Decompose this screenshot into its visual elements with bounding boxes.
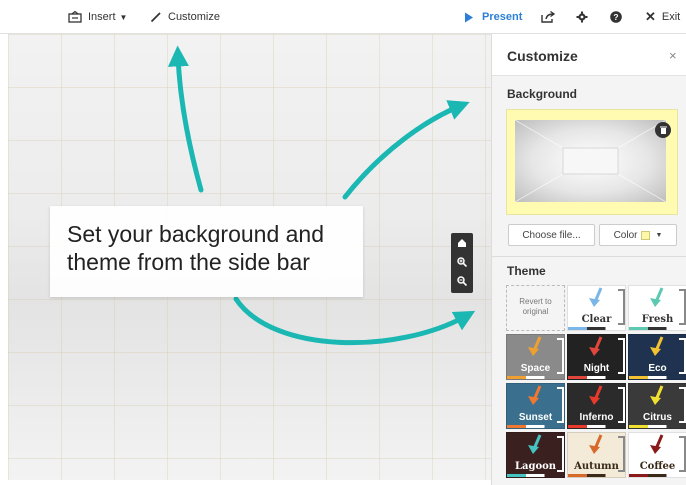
theme-name: Inferno — [579, 412, 614, 423]
zoom-out-icon — [457, 273, 468, 291]
customize-button[interactable]: Customize — [150, 0, 220, 34]
color-picker-button[interactable]: Color ▼ — [599, 224, 677, 246]
theme-color-strip — [629, 376, 686, 379]
zoom-out-button[interactable] — [451, 272, 473, 291]
chevron-down-icon: ▼ — [655, 231, 663, 239]
choose-file-button[interactable]: Choose file... — [508, 224, 595, 246]
gear-icon — [576, 11, 588, 23]
home-button[interactable] — [451, 234, 473, 253]
theme-tile-eco[interactable]: Eco — [628, 334, 686, 380]
brush-icon — [150, 11, 162, 23]
theme-name: Coffee — [639, 461, 676, 472]
close-icon: × — [669, 48, 677, 63]
insert-icon — [68, 11, 82, 23]
theme-color-strip — [507, 376, 564, 379]
revert-theme-tile[interactable]: Revert to original — [506, 285, 565, 331]
theme-tile-inferno[interactable]: Inferno — [567, 383, 626, 429]
exit-label: Exit — [661, 11, 681, 23]
theme-name: Eco — [648, 363, 667, 374]
settings-button[interactable] — [576, 0, 588, 34]
insert-label: Insert — [88, 11, 116, 23]
exit-button[interactable]: ✕ Exit — [645, 0, 680, 34]
theme-color-strip — [568, 376, 625, 379]
help-icon: ? — [610, 11, 622, 23]
svg-text:?: ? — [613, 12, 618, 22]
theme-color-strip — [629, 474, 686, 477]
theme-tile-night[interactable]: Night — [567, 334, 626, 380]
theme-tile-fresh[interactable]: Fresh — [628, 285, 686, 331]
theme-name: Space — [520, 363, 551, 374]
theme-heading: Theme — [507, 264, 546, 278]
share-button[interactable] — [541, 0, 555, 34]
sidebar-header: Customize × — [492, 34, 686, 76]
theme-name: Night — [583, 363, 610, 374]
theme-name: Autumn — [574, 461, 619, 472]
theme-name: Citrus — [643, 412, 672, 423]
theme-name: Clear — [581, 314, 612, 325]
theme-tile-clear[interactable]: Clear — [567, 285, 626, 331]
color-swatch — [641, 230, 651, 240]
presentation-canvas[interactable]: Set your background and theme from the s… — [8, 34, 491, 480]
zoom-in-button[interactable] — [451, 253, 473, 272]
remove-background-button[interactable] — [655, 122, 671, 138]
close-icon: ✕ — [645, 9, 656, 24]
help-button[interactable]: ? — [610, 0, 622, 34]
theme-color-strip — [507, 425, 564, 428]
chevron-down-icon: ▼ — [119, 12, 128, 22]
present-button[interactable]: Present — [464, 0, 522, 34]
theme-name: Fresh — [641, 314, 674, 325]
home-icon — [457, 235, 467, 253]
arrow-to-customize — [167, 45, 204, 193]
customize-sidebar: Customize × Background Choose file... Co… — [491, 34, 686, 485]
theme-color-strip — [568, 474, 625, 477]
theme-tile-coffee[interactable]: Coffee — [628, 432, 686, 478]
color-label: Color — [613, 229, 638, 241]
theme-color-strip — [568, 327, 625, 330]
share-icon — [541, 11, 555, 23]
revert-label: Revert to original — [519, 297, 552, 316]
insert-menu-button[interactable]: Insert ▼ — [68, 0, 127, 34]
background-heading: Background — [507, 87, 578, 101]
theme-color-strip — [629, 327, 686, 330]
theme-color-strip — [568, 425, 625, 428]
caption-line1: Set your background and — [67, 221, 325, 247]
theme-name: Lagoon — [514, 461, 557, 472]
zoom-in-icon — [457, 254, 468, 272]
theme-name: Sunset — [518, 412, 553, 423]
customize-label: Customize — [168, 11, 220, 23]
background-image — [515, 120, 666, 202]
choose-file-label: Choose file... — [522, 229, 581, 241]
caption-line2: theme from the side bar — [67, 249, 310, 275]
section-divider — [492, 256, 686, 257]
arrow-to-sidebar-top — [342, 100, 470, 200]
theme-tile-lagoon[interactable]: Lagoon — [506, 432, 565, 478]
theme-color-strip — [629, 425, 686, 428]
top-toolbar: Insert ▼ Customize Present ? ✕ Exit — [0, 0, 686, 34]
theme-tile-sunset[interactable]: Sunset — [506, 383, 565, 429]
theme-tile-autumn[interactable]: Autumn — [567, 432, 626, 478]
zoom-controls — [451, 233, 473, 293]
theme-color-strip — [507, 474, 564, 477]
caption-box: Set your background and theme from the s… — [50, 206, 363, 297]
background-preview[interactable] — [506, 109, 678, 215]
app-root: Insert ▼ Customize Present ? ✕ Exit Set … — [0, 0, 686, 485]
trash-icon — [659, 121, 667, 139]
arrow-to-sidebar-theme — [233, 296, 476, 346]
sidebar-close-button[interactable]: × — [669, 48, 677, 63]
play-icon — [464, 12, 474, 23]
present-label: Present — [482, 11, 523, 23]
theme-tile-citrus[interactable]: Citrus — [628, 383, 686, 429]
sidebar-title: Customize — [507, 48, 578, 64]
theme-tile-space[interactable]: Space — [506, 334, 565, 380]
